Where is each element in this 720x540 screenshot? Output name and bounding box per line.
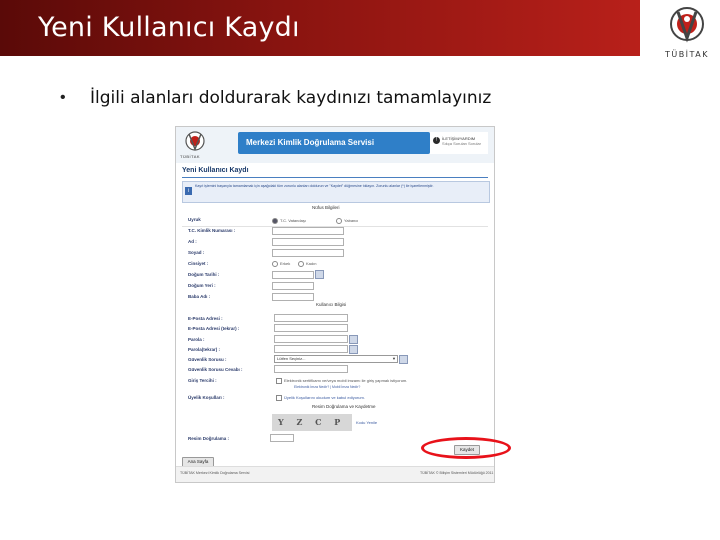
title-divider [182,177,488,178]
email-again-input[interactable] [274,324,348,332]
male-radio[interactable] [272,261,278,267]
captcha-code: Y Z C P [278,417,346,427]
user-section-heading: Kullanıcı Bilgisi [316,302,347,307]
dropdown-arrow-icon: ▼ [392,356,396,361]
keyboard-icon[interactable] [349,345,358,354]
birth-date-input[interactable] [272,271,314,279]
help-icon[interactable] [399,355,408,364]
site-banner: TÜBİTAK Merkezi Kimlik Doğrulama Servisi… [176,127,494,163]
identity-section-heading: Nüfus Bilgileri [312,205,340,210]
security-answer-input[interactable] [274,365,348,373]
security-question-value: Lütfen Seçiniz... [277,356,306,361]
female-radio-label: Kadın [306,261,317,266]
bullet-text: İlgili alanları doldurarak kaydınızı tam… [90,88,492,108]
email-input[interactable] [274,314,348,322]
security-answer-label: Güvenlik Sorusu Cevabı : [188,367,243,372]
gender-label: Cinsiyet : [188,261,209,266]
refresh-captcha-link[interactable]: Kodu Yenile [356,420,377,425]
password-input[interactable] [274,335,348,343]
calendar-icon[interactable] [315,270,324,279]
site-title: Merkezi Kimlik Doğrulama Servisi [246,138,375,147]
login-preference-text: Elektronik sertifikamı ve/veya mobil imz… [284,378,408,383]
male-radio-label: Erkek [280,261,291,266]
female-radio[interactable] [298,261,304,267]
save-button-highlight [421,437,511,459]
faq-link[interactable]: Sıkça Sorulan Sorular [442,141,481,146]
email-label: E-Posta Adresi : [188,316,223,321]
tubitak-logo: TÜBİTAK [656,4,718,62]
birth-date-label: Doğum Tarihi : [188,272,220,277]
tc-radio-label: T.C. Vatandaşı [280,218,306,223]
slide-header: Yeni Kullanıcı Kaydı [0,0,640,56]
terms-label: Üyelik Koşulları : [188,395,225,400]
keyboard-icon[interactable] [349,335,358,344]
login-preference-checkbox[interactable] [276,378,282,384]
tc-no-label: T.C. Kimlik Numarası : [188,228,236,233]
tc-no-input[interactable] [272,227,344,235]
captcha-input[interactable] [270,434,294,442]
info-icon: ! [433,137,440,144]
nationality-label: Uyruk [188,217,201,222]
foreign-radio-label: Yabancı [344,218,359,223]
terms-checkbox[interactable] [276,395,282,401]
name-input[interactable] [272,238,344,246]
foreign-radio[interactable] [336,218,342,224]
registration-form-screenshot: TÜBİTAK Merkezi Kimlik Doğrulama Servisi… [175,126,495,483]
site-footer: TÜBİTAK Merkezi Kimlik Doğrulama Servisi… [176,466,494,482]
slide-title: Yeni Kullanıcı Kaydı [38,12,300,43]
tc-radio[interactable] [272,218,278,224]
tubitak-emblem-icon [670,7,704,43]
birth-place-label: Doğum Yeri : [188,283,216,288]
info-message: i Kayıt işlemini başarıyla tamamlamak iç… [182,181,490,203]
birth-place-input[interactable] [272,282,314,290]
password-again-input[interactable] [274,345,348,353]
footer-right-text: TÜBİTAK © Bilişim Sistemleri Müdürlüğü 2… [420,471,494,475]
bullet-icon: • [60,89,66,106]
father-name-label: Baba Adı : [188,294,211,299]
surname-label: Soyad : [188,250,205,255]
name-label: Ad : [188,239,197,244]
captcha-section-heading: Resim Doğrulama ve Kaydetme [312,404,376,409]
captcha-image: Y Z C P [272,414,352,431]
email-again-label: E-Posta Adresi (tekrar) : [188,326,240,331]
father-name-input[interactable] [272,293,314,301]
captcha-label: Resim Doğrulama : [188,436,230,441]
site-logo-text: TÜBİTAK [180,154,201,159]
terms-link[interactable]: Üyelik Koşullarını okudum ve kabul ediyo… [284,395,365,400]
help-box[interactable]: ! İLETİŞİM/YARDIM Sıkça Sorulan Sorular [430,132,488,154]
footer-left-text: TÜBİTAK Merkezi Kimlik Doğrulama Servisi [180,471,250,475]
tubitak-logo-text: TÜBİTAK [664,50,710,59]
form-page-title: Yeni Kullanıcı Kaydı [182,167,249,174]
security-question-select[interactable]: Lütfen Seçiniz... ▼ [274,355,398,363]
help-link[interactable]: İLETİŞİM/YARDIM Sıkça Sorulan Sorular [442,136,481,146]
signature-help-links[interactable]: Elektronik İmza Nedir? | Mobil İmza Nedi… [294,385,360,389]
surname-input[interactable] [272,249,344,257]
login-preference-label: Giriş Tercihi : [188,378,217,383]
security-question-label: Güvenlik Sorusu : [188,357,227,362]
password-again-label: Parola(tekrar) : [188,347,221,352]
info-message-text: Kayıt işlemini başarıyla tamamlamak için… [195,184,434,188]
site-title-bar: Merkezi Kimlik Doğrulama Servisi [238,132,430,154]
password-label: Parola : [188,337,205,342]
info-icon: i [185,187,192,195]
